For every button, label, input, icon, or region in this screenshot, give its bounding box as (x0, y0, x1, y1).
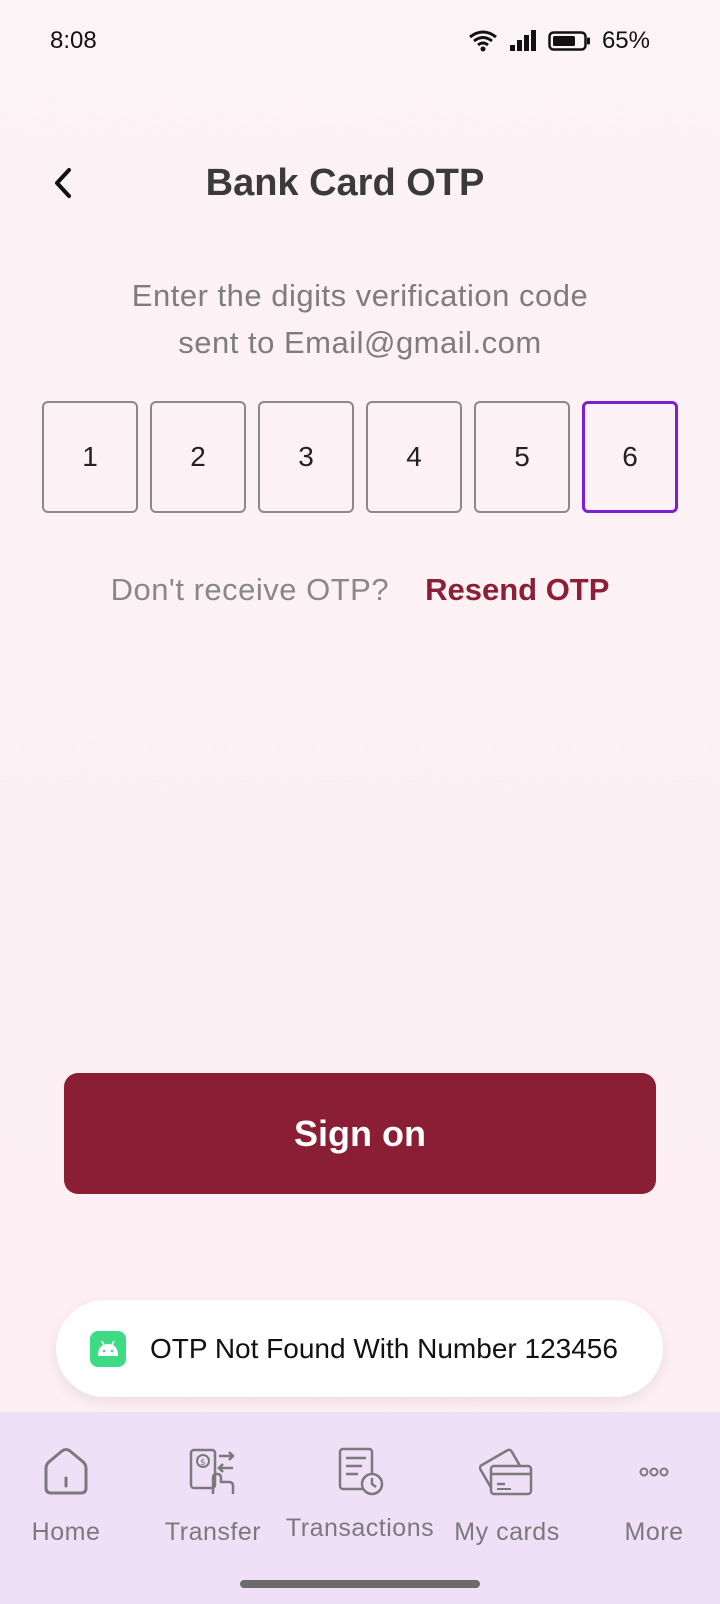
otp-digit-4[interactable]: 4 (366, 401, 462, 513)
more-icon (639, 1442, 669, 1502)
header: Bank Card OTP (0, 140, 720, 230)
otp-input-row: 1 2 3 4 5 6 (42, 401, 678, 513)
home-icon (40, 1442, 92, 1502)
bottom-navigation: Home $ Transfer Transactions My cards Mo… (0, 1412, 720, 1604)
status-bar: 8:08 65% (0, 0, 720, 82)
verification-instructions: Enter the digits verification code sent … (60, 272, 660, 366)
page-title: Bank Card OTP (205, 162, 485, 204)
wifi-icon (468, 29, 498, 53)
resend-row: Don't receive OTP? Resend OTP (0, 572, 720, 616)
nav-label-transactions: Transactions (285, 1514, 435, 1542)
svg-text:$: $ (200, 1458, 206, 1468)
signal-icon (508, 29, 538, 53)
otp-digit-6[interactable]: 6 (582, 401, 678, 513)
nav-label-transfer: Transfer (164, 1518, 262, 1546)
instructions-line-1: Enter the digits verification code (131, 278, 589, 313)
nav-item-transfer[interactable]: $ Transfer (143, 1442, 283, 1562)
otp-digit-2[interactable]: 2 (150, 401, 246, 513)
nav-label-home: Home (31, 1518, 101, 1546)
toast-message: OTP Not Found With Number 123456 (150, 1332, 618, 1364)
nav-label-my-cards: My cards (454, 1518, 560, 1546)
otp-digit-3[interactable]: 3 (258, 401, 354, 513)
android-icon (90, 1330, 126, 1367)
instructions-line-2: sent to Email@gmail.com (178, 325, 542, 360)
home-indicator[interactable] (240, 1580, 480, 1588)
nav-item-transactions[interactable]: Transactions (286, 1442, 434, 1562)
nav-item-more[interactable]: More (584, 1442, 720, 1562)
status-time: 8:08 (50, 27, 97, 54)
resend-question: Don't receive OTP? (110, 572, 390, 607)
transactions-icon (334, 1442, 386, 1502)
otp-digit-5[interactable]: 5 (474, 401, 570, 513)
transfer-icon: $ (187, 1442, 239, 1502)
resend-otp-link[interactable]: Resend OTP (425, 572, 609, 616)
nav-item-home[interactable]: Home (0, 1442, 136, 1562)
otp-digit-1[interactable]: 1 (42, 401, 138, 513)
status-icons: 65% (468, 27, 650, 55)
nav-item-my-cards[interactable]: My cards (437, 1442, 577, 1562)
battery-icon (548, 29, 592, 53)
toast-notification: OTP Not Found With Number 123456 (56, 1300, 663, 1397)
cards-icon (479, 1442, 535, 1502)
sign-on-button[interactable]: Sign on (64, 1073, 656, 1194)
battery-percent: 65% (601, 27, 650, 54)
nav-label-more: More (624, 1518, 684, 1546)
